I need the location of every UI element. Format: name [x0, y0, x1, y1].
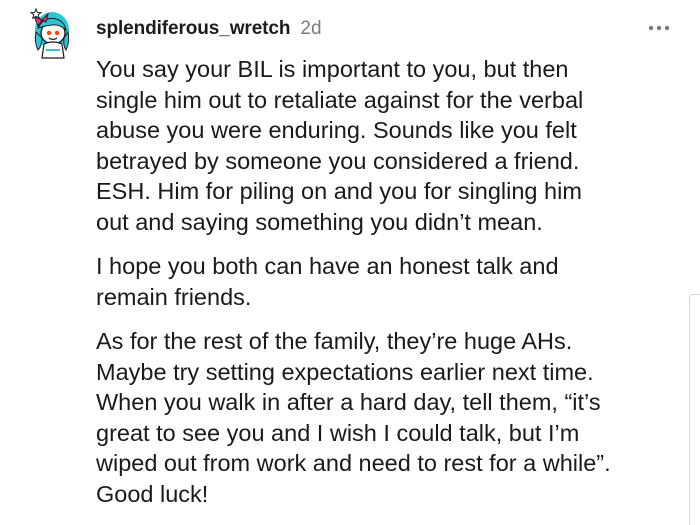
comment-paragraph: You say your BIL is important to you, bu…: [96, 56, 584, 235]
comment-paragraph: As for the rest of the family, they’re h…: [96, 328, 611, 507]
comment-header: splendiferous_wretch 2d: [96, 18, 322, 40]
comment-body: You say your BIL is important to you, bu…: [96, 54, 686, 509]
comment-paragraph: I hope you both can have an honest talk …: [96, 253, 559, 310]
avatar-eye-right: [54, 30, 60, 36]
author-username[interactable]: splendiferous_wretch: [96, 18, 290, 40]
adjacent-panel-edge: [689, 294, 700, 525]
comment: splendiferous_wretch 2d You say your BIL…: [0, 0, 700, 525]
snoo-avatar-icon[interactable]: [26, 6, 78, 60]
comment-age: 2d: [300, 18, 322, 39]
avatar-eye-left: [46, 30, 52, 36]
more-options-icon[interactable]: [647, 23, 671, 33]
